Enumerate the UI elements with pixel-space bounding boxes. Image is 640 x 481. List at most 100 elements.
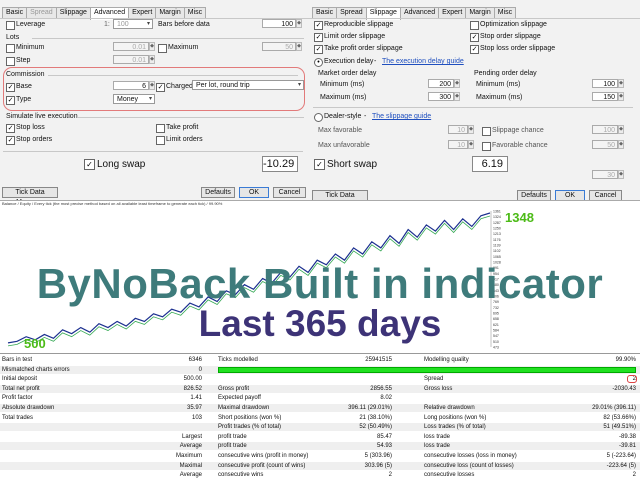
stats-cell: 6346 — [188, 357, 202, 363]
commission-base-spinner[interactable]: ◆ — [149, 81, 155, 90]
stats-cell: 5 (-223.64) — [606, 453, 636, 459]
max-favorable-spinner[interactable]: ◆ — [468, 125, 474, 134]
long-swap-input[interactable]: -10.29 — [262, 156, 298, 172]
leverage-select[interactable]: 100 ▾ — [113, 19, 153, 29]
charged-checkbox[interactable]: ✓ — [156, 83, 165, 92]
take-profit-slippage-checkbox[interactable]: ✓ — [314, 45, 323, 54]
pending-min-input[interactable]: 100 — [592, 79, 618, 88]
short-swap-checkbox[interactable]: ✓ — [314, 159, 325, 170]
lots-minimum-checkbox[interactable] — [6, 44, 15, 53]
tab-advanced[interactable]: Advanced — [399, 7, 440, 18]
lots-maximum-spinner[interactable]: ◆ — [296, 42, 302, 51]
max-favorable-label: Max favorable — [318, 127, 362, 134]
tab-basic[interactable]: Basic — [312, 7, 338, 18]
extra-spinner[interactable]: ◆ — [618, 170, 624, 179]
tab-misc[interactable]: Misc — [493, 7, 517, 18]
charged-label: Charged — [166, 83, 193, 90]
market-min-spinner[interactable]: ◆ — [454, 79, 460, 88]
tab-slippage[interactable]: Slippage — [55, 7, 91, 18]
cancel-button[interactable]: Cancel — [273, 187, 306, 198]
leverage-checkbox[interactable] — [6, 21, 15, 30]
defaults-button[interactable]: Defaults — [201, 187, 235, 198]
sim-stop-loss-checkbox[interactable]: ✓ — [6, 124, 15, 133]
stop-loss-slippage-checkbox[interactable]: ✓ — [470, 45, 479, 54]
long-swap-checkbox[interactable]: ✓ — [84, 159, 95, 170]
stats-cell: Largest — [181, 433, 202, 440]
limit-order-slippage-checkbox[interactable]: ✓ — [314, 33, 323, 42]
tab-margin[interactable]: Margin — [155, 7, 185, 18]
pending-min-spinner[interactable]: ◆ — [618, 79, 624, 88]
pending-max-spinner[interactable]: ◆ — [618, 92, 624, 101]
slippage-chance-spinner[interactable]: ◆ — [618, 125, 624, 134]
bars-before-input[interactable]: 100 — [262, 19, 296, 28]
charged-select[interactable]: Per lot, round trip ▾ — [192, 80, 304, 90]
max-unfavorable-spinner[interactable]: ◆ — [468, 140, 474, 149]
commission-type-select[interactable]: Money ▾ — [113, 94, 155, 104]
tab-margin[interactable]: Margin — [465, 7, 495, 18]
max-unfavorable-label: Max unfavorable — [318, 142, 370, 149]
dealer-style-radio[interactable] — [314, 113, 323, 122]
optimization-slippage-checkbox[interactable] — [470, 21, 479, 30]
pending-max-input[interactable]: 150 — [592, 92, 618, 101]
stats-cell: Average — [179, 443, 202, 450]
stats-cell: 54.93 — [376, 443, 392, 450]
lots-minimum-input[interactable]: 0.01 — [113, 42, 149, 51]
tab-basic[interactable]: Basic — [2, 7, 28, 18]
market-min-input[interactable]: 200 — [428, 79, 454, 88]
defaults-button[interactable]: Defaults — [517, 190, 551, 200]
tab-expert[interactable]: Expert — [438, 7, 467, 18]
stop-order-slippage-checkbox[interactable]: ✓ — [470, 33, 479, 42]
favorable-chance-checkbox[interactable] — [482, 142, 491, 151]
short-swap-input[interactable]: 6.19 — [472, 156, 508, 172]
ok-button[interactable]: OK — [239, 187, 269, 198]
tab-expert[interactable]: Expert — [128, 7, 157, 18]
stats-cell: Maximum — [175, 453, 202, 459]
commission-base-input[interactable]: 6 — [113, 81, 149, 90]
sim-limit-orders-checkbox[interactable] — [156, 136, 165, 145]
reproducible-slippage-label: Reproducible slippage — [324, 21, 394, 28]
reproducible-slippage-checkbox[interactable]: ✓ — [314, 21, 323, 30]
dealer-style-dash: - — [364, 113, 367, 120]
max-unfavorable-input[interactable]: 10 — [448, 140, 468, 149]
tick-data-manager-button[interactable]: Tick Data Manager — [312, 190, 368, 200]
sim-stop-orders-checkbox[interactable]: ✓ — [6, 136, 15, 145]
tab-spread[interactable]: Spread — [336, 7, 367, 18]
lots-maximum-input[interactable]: 50 — [262, 42, 296, 51]
favorable-chance-input[interactable]: 50 — [592, 140, 618, 149]
stats-cell: 8.02 — [380, 395, 392, 402]
sim-take-profit-checkbox[interactable] — [156, 124, 165, 133]
stats-cell: 52 (50.49%) — [359, 424, 392, 431]
optimization-slippage-label: Optimization slippage — [480, 21, 547, 28]
commission-base-checkbox[interactable]: ✓ — [6, 83, 15, 92]
ok-button[interactable]: OK — [555, 190, 585, 200]
execution-delay-guide-link[interactable]: The execution delay guide — [382, 57, 464, 66]
cancel-button[interactable]: Cancel — [589, 190, 622, 200]
commission-type-checkbox[interactable]: ✓ — [6, 96, 15, 105]
stats-cell: 0 — [198, 366, 202, 373]
tab-misc[interactable]: Misc — [183, 7, 207, 18]
y-tick-label: 1065 — [493, 255, 501, 259]
leverage-label: Leverage — [16, 21, 46, 28]
lots-step-input[interactable]: 0.01 — [113, 55, 149, 64]
lots-step-checkbox[interactable] — [6, 57, 15, 66]
bars-before-spinner[interactable]: ◆ — [296, 19, 302, 28]
stats-cell: -223.64 (5) — [606, 462, 636, 469]
stats-cell: 2 — [388, 472, 392, 479]
market-max-spinner[interactable]: ◆ — [454, 92, 460, 101]
extra-input[interactable]: 30 — [592, 170, 618, 179]
slippage-chance-checkbox[interactable] — [482, 127, 491, 136]
market-order-delay-label: Market order delay — [318, 70, 377, 77]
favorable-chance-spinner[interactable]: ◆ — [618, 140, 624, 149]
slippage-chance-input[interactable]: 100 — [592, 125, 618, 134]
lots-maximum-checkbox[interactable] — [158, 44, 167, 53]
execution-delay-radio[interactable]: • — [314, 58, 323, 67]
max-favorable-input[interactable]: 10 — [448, 125, 468, 134]
market-max-input[interactable]: 300 — [428, 92, 454, 101]
short-swap-label: Short swap — [327, 159, 378, 170]
lots-step-spinner[interactable]: ◆ — [149, 55, 155, 64]
slippage-guide-link[interactable]: The slippage guide — [372, 112, 431, 121]
sim-take-profit-label: Take profit — [166, 124, 199, 131]
stats-cell: 1.41 — [190, 395, 202, 402]
lots-minimum-spinner[interactable]: ◆ — [149, 42, 155, 51]
tick-data-manager-button[interactable]: Tick Data Manager — [2, 187, 58, 200]
